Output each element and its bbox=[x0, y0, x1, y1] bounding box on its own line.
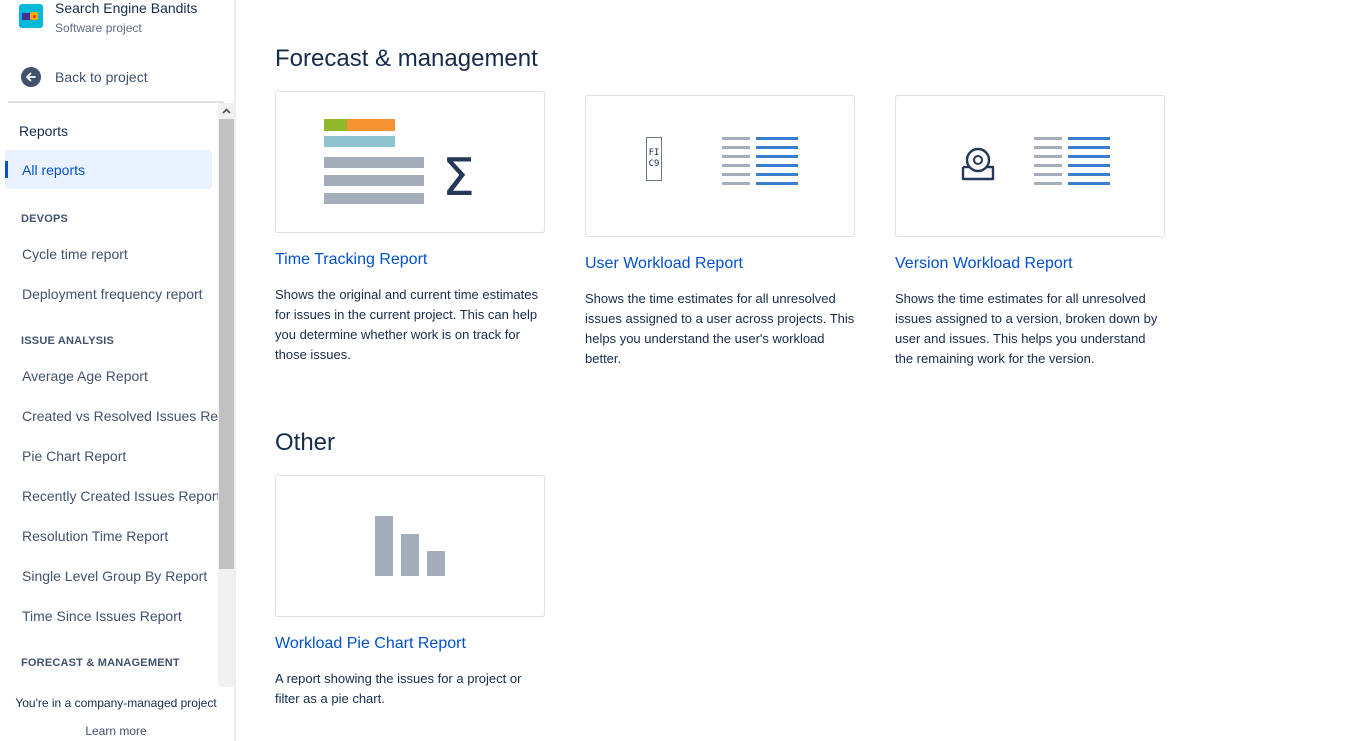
project-name: Search Engine Bandits bbox=[55, 0, 198, 16]
sidebar: Search Engine Bandits Software project B… bbox=[0, 0, 236, 741]
time-tracking-description: Shows the original and current time esti… bbox=[275, 287, 539, 362]
sidebar-item-cycle-time[interactable]: Cycle time report bbox=[22, 246, 128, 262]
sidebar-nav: Reports All reports DEVOPS Cycle time re… bbox=[0, 103, 218, 687]
sidebar-item-resolution-time[interactable]: Resolution Time Report bbox=[22, 528, 168, 544]
sidebar-item-average-age[interactable]: Average Age Report bbox=[22, 368, 148, 384]
sidebar-scrollbar[interactable] bbox=[218, 103, 235, 687]
version-disc-icon bbox=[961, 147, 995, 181]
nav-section-issue-analysis: ISSUE ANALYSIS bbox=[21, 335, 115, 347]
sidebar-item-created-vs-resolved[interactable]: Created vs Resolved Issues Repo bbox=[22, 408, 218, 424]
version-workload-description: Shows the time estimates for all unresol… bbox=[895, 291, 1158, 366]
user-avatar-text-1: FI bbox=[648, 148, 660, 158]
user-workload-report-link[interactable]: User Workload Report bbox=[585, 255, 743, 273]
workload-pie-chart-thumbnail[interactable] bbox=[275, 475, 545, 617]
company-managed-note: You're in a company-managed project bbox=[15, 696, 217, 710]
nav-section-devops: DEVOPS bbox=[21, 213, 69, 225]
user-workload-thumbnail[interactable]: FI C9 bbox=[585, 95, 855, 237]
workload-pie-chart-description: A report showing the issues for a projec… bbox=[275, 671, 522, 706]
project-avatar bbox=[19, 4, 43, 28]
sidebar-item-deployment-frequency[interactable]: Deployment frequency report bbox=[22, 286, 203, 302]
sidebar-item-recently-created[interactable]: Recently Created Issues Report bbox=[22, 488, 218, 504]
arrow-left-icon bbox=[21, 67, 41, 87]
sigma-icon: Σ bbox=[442, 148, 475, 208]
time-tracking-report-link[interactable]: Time Tracking Report bbox=[275, 251, 427, 269]
back-to-project-label: Back to project bbox=[55, 69, 148, 85]
version-workload-thumbnail[interactable] bbox=[895, 95, 1165, 237]
user-workload-description: Shows the time estimates for all unresol… bbox=[585, 291, 855, 366]
sidebar-item-pie-chart[interactable]: Pie Chart Report bbox=[22, 448, 126, 464]
learn-more-link[interactable]: Learn more bbox=[0, 724, 232, 738]
sidebar-item-label: All reports bbox=[22, 162, 86, 178]
nav-title: Reports bbox=[19, 123, 69, 139]
project-type: Software project bbox=[55, 21, 142, 35]
scroll-up-arrow-icon[interactable] bbox=[218, 103, 235, 119]
nav-section-forecast: FORECAST & MANAGEMENT bbox=[21, 657, 180, 669]
sidebar-item-all-reports[interactable]: All reports bbox=[5, 150, 212, 189]
sidebar-item-single-level-group[interactable]: Single Level Group By Report bbox=[22, 568, 207, 584]
scrollbar-thumb[interactable] bbox=[219, 119, 234, 569]
user-avatar-text-2: C9 bbox=[648, 159, 660, 169]
sidebar-item-time-since-issues[interactable]: Time Since Issues Report bbox=[22, 608, 182, 624]
other-section-title: Other bbox=[275, 429, 336, 456]
workload-pie-chart-report-link[interactable]: Workload Pie Chart Report bbox=[275, 635, 466, 653]
back-to-project-link[interactable]: Back to project bbox=[21, 66, 148, 88]
user-avatar-icon: FI C9 bbox=[646, 137, 662, 181]
version-workload-report-link[interactable]: Version Workload Report bbox=[895, 255, 1073, 273]
forecast-section-title: Forecast & management bbox=[275, 45, 538, 72]
time-tracking-thumbnail[interactable]: Σ bbox=[275, 91, 545, 233]
